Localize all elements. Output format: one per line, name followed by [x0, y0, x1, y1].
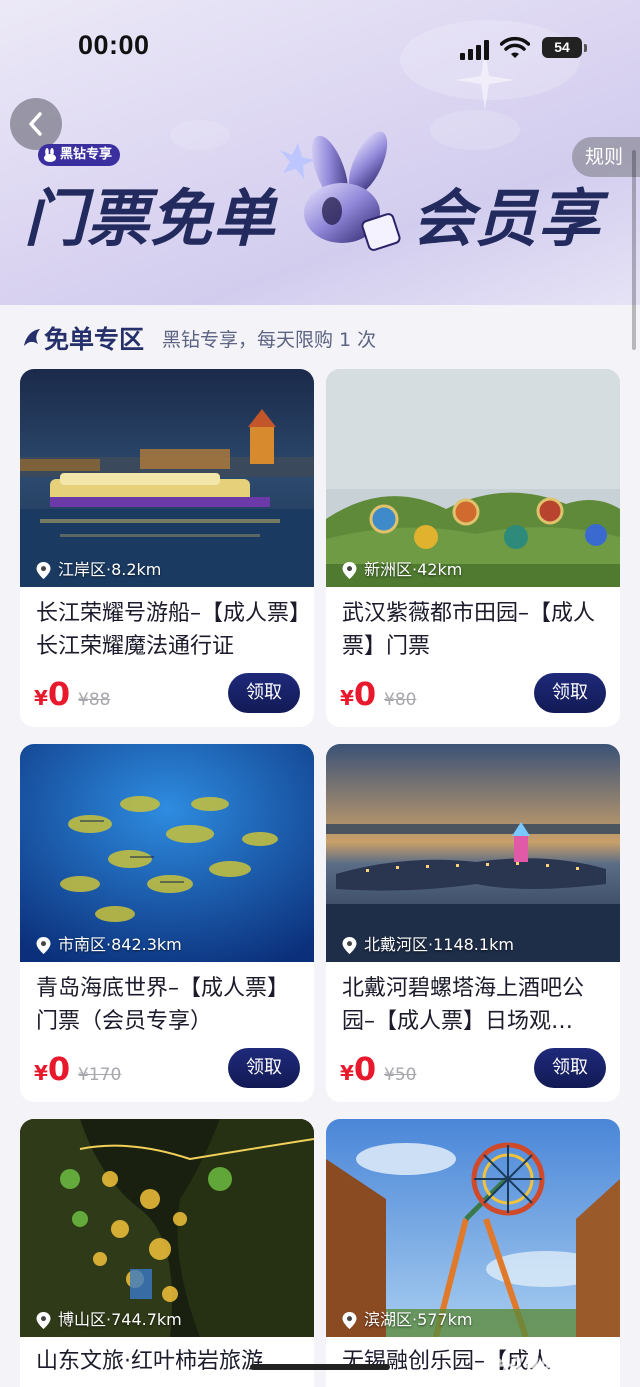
- price: ¥0: [34, 675, 70, 713]
- price-value: 0: [47, 675, 71, 713]
- aquarium-fish-image: [20, 744, 314, 962]
- currency-symbol: ¥: [340, 1061, 354, 1085]
- card-title: 长江荣耀号游船–【成人票】长江荣耀魔法通行证: [36, 601, 301, 659]
- lightning-icon: [24, 329, 40, 346]
- card-title: 青岛海底世界–【成人票】门票（会员专享）: [36, 976, 290, 1034]
- currency-symbol: ¥: [34, 686, 48, 710]
- price: ¥0: [340, 675, 376, 713]
- scrollbar[interactable]: [632, 150, 636, 350]
- location-pin-icon: [36, 937, 51, 954]
- mascot-rabbit-icon: [280, 131, 401, 251]
- original-price: ¥170: [78, 1065, 122, 1085]
- claim-button[interactable]: 领取: [228, 1048, 300, 1088]
- location-text: 博山区·744.7km: [58, 1310, 182, 1329]
- ticket-card[interactable]: 市南区·842.3km 青岛海底世界–【成人票】门票（会员专享） ¥0 ¥170…: [20, 744, 314, 1102]
- currency-symbol: ¥: [34, 1061, 48, 1085]
- location-label: 江岸区·8.2km: [36, 559, 161, 581]
- location-pin-icon: [342, 562, 357, 579]
- location-pin-icon: [36, 1312, 51, 1329]
- hero-banner: 00:00 54 黑钻专享 门票免单 会员享 规则: [0, 0, 640, 305]
- canyon-night-image: [20, 1119, 314, 1337]
- chevron-left-icon: [29, 112, 42, 136]
- price-value: 0: [353, 675, 377, 713]
- claim-button[interactable]: 领取: [534, 1048, 606, 1088]
- ticket-card[interactable]: 新洲区·42km 武汉紫薇都市田园–【成人票】门票 ¥0 ¥80 领取: [326, 369, 620, 727]
- location-label: 滨湖区·577km: [342, 1309, 472, 1331]
- location-text: 市南区·842.3km: [58, 935, 182, 954]
- location-text: 江岸区·8.2km: [58, 560, 162, 579]
- status-time: 00:00: [78, 30, 150, 60]
- cruise-night-image: [20, 369, 314, 587]
- price-value: 0: [47, 1050, 71, 1088]
- original-price: ¥88: [78, 690, 111, 710]
- currency-symbol: ¥: [340, 686, 354, 710]
- location-text: 北戴河区·1148.1km: [364, 935, 514, 954]
- vip-badge: 黑钻专享: [38, 144, 121, 166]
- rabbit-icon: [44, 148, 56, 162]
- original-price: ¥80: [384, 690, 417, 710]
- rules-button[interactable]: 规则: [572, 137, 640, 177]
- ticket-card[interactable]: 江岸区·8.2km 长江荣耀号游船–【成人票】长江荣耀魔法通行证 ¥0 ¥88 …: [20, 369, 314, 727]
- wifi-icon: [500, 36, 530, 58]
- claim-button[interactable]: 领取: [534, 673, 606, 713]
- vip-badge-label: 黑钻专享: [60, 147, 113, 162]
- location-label: 新洲区·42km: [342, 559, 462, 581]
- status-bar: 00:00 54: [0, 22, 640, 72]
- amusement-ride-image: [326, 1119, 620, 1337]
- location-label: 北戴河区·1148.1km: [342, 934, 514, 956]
- battery-tip: [584, 44, 587, 52]
- home-indicator[interactable]: [250, 1364, 390, 1370]
- section-subtitle: 黑钻专享，每天限购 1 次: [162, 329, 377, 351]
- signal-icon: [460, 40, 492, 60]
- claim-button[interactable]: 领取: [228, 673, 300, 713]
- hero-title-right: 会员享: [412, 182, 602, 255]
- price-value: 0: [353, 1050, 377, 1088]
- hero-title-left: 门票免单: [24, 182, 277, 255]
- price: ¥0: [340, 1050, 376, 1088]
- location-text: 滨湖区·577km: [364, 1310, 473, 1329]
- back-button[interactable]: [10, 98, 62, 150]
- price: ¥0: [34, 1050, 70, 1088]
- card-title: 武汉紫薇都市田园–【成人票】门票: [342, 601, 596, 659]
- ticket-card[interactable]: 北戴河区·1148.1km 北戴河碧螺塔海上酒吧公园–【成人票】日场观… ¥0 …: [326, 744, 620, 1102]
- section-title: 免单专区: [44, 325, 145, 354]
- location-pin-icon: [342, 1312, 357, 1329]
- hobbit-village-image: [326, 369, 620, 587]
- ticket-card[interactable]: 博山区·744.7km 山东文旅·红叶柿岩旅游: [20, 1119, 314, 1387]
- card-title: 北戴河碧螺塔海上酒吧公园–【成人票】日场观…: [342, 976, 585, 1034]
- seaside-pier-image: [326, 744, 620, 962]
- location-label: 市南区·842.3km: [36, 934, 182, 956]
- location-pin-icon: [36, 562, 51, 579]
- battery-icon: 54: [542, 37, 582, 58]
- original-price: ¥50: [384, 1065, 417, 1085]
- location-text: 新洲区·42km: [364, 560, 463, 579]
- card-title: 山东文旅·红叶柿岩旅游: [36, 1349, 263, 1374]
- ticket-card[interactable]: 滨湖区·577km 无锡融创乐园–【成人: [326, 1119, 620, 1387]
- location-label: 博山区·744.7km: [36, 1309, 182, 1331]
- section-header: 免单专区 黑钻专享，每天限购 1 次: [20, 318, 620, 358]
- location-pin-icon: [342, 937, 357, 954]
- watermark-logo: 湖北日報: [488, 1356, 616, 1387]
